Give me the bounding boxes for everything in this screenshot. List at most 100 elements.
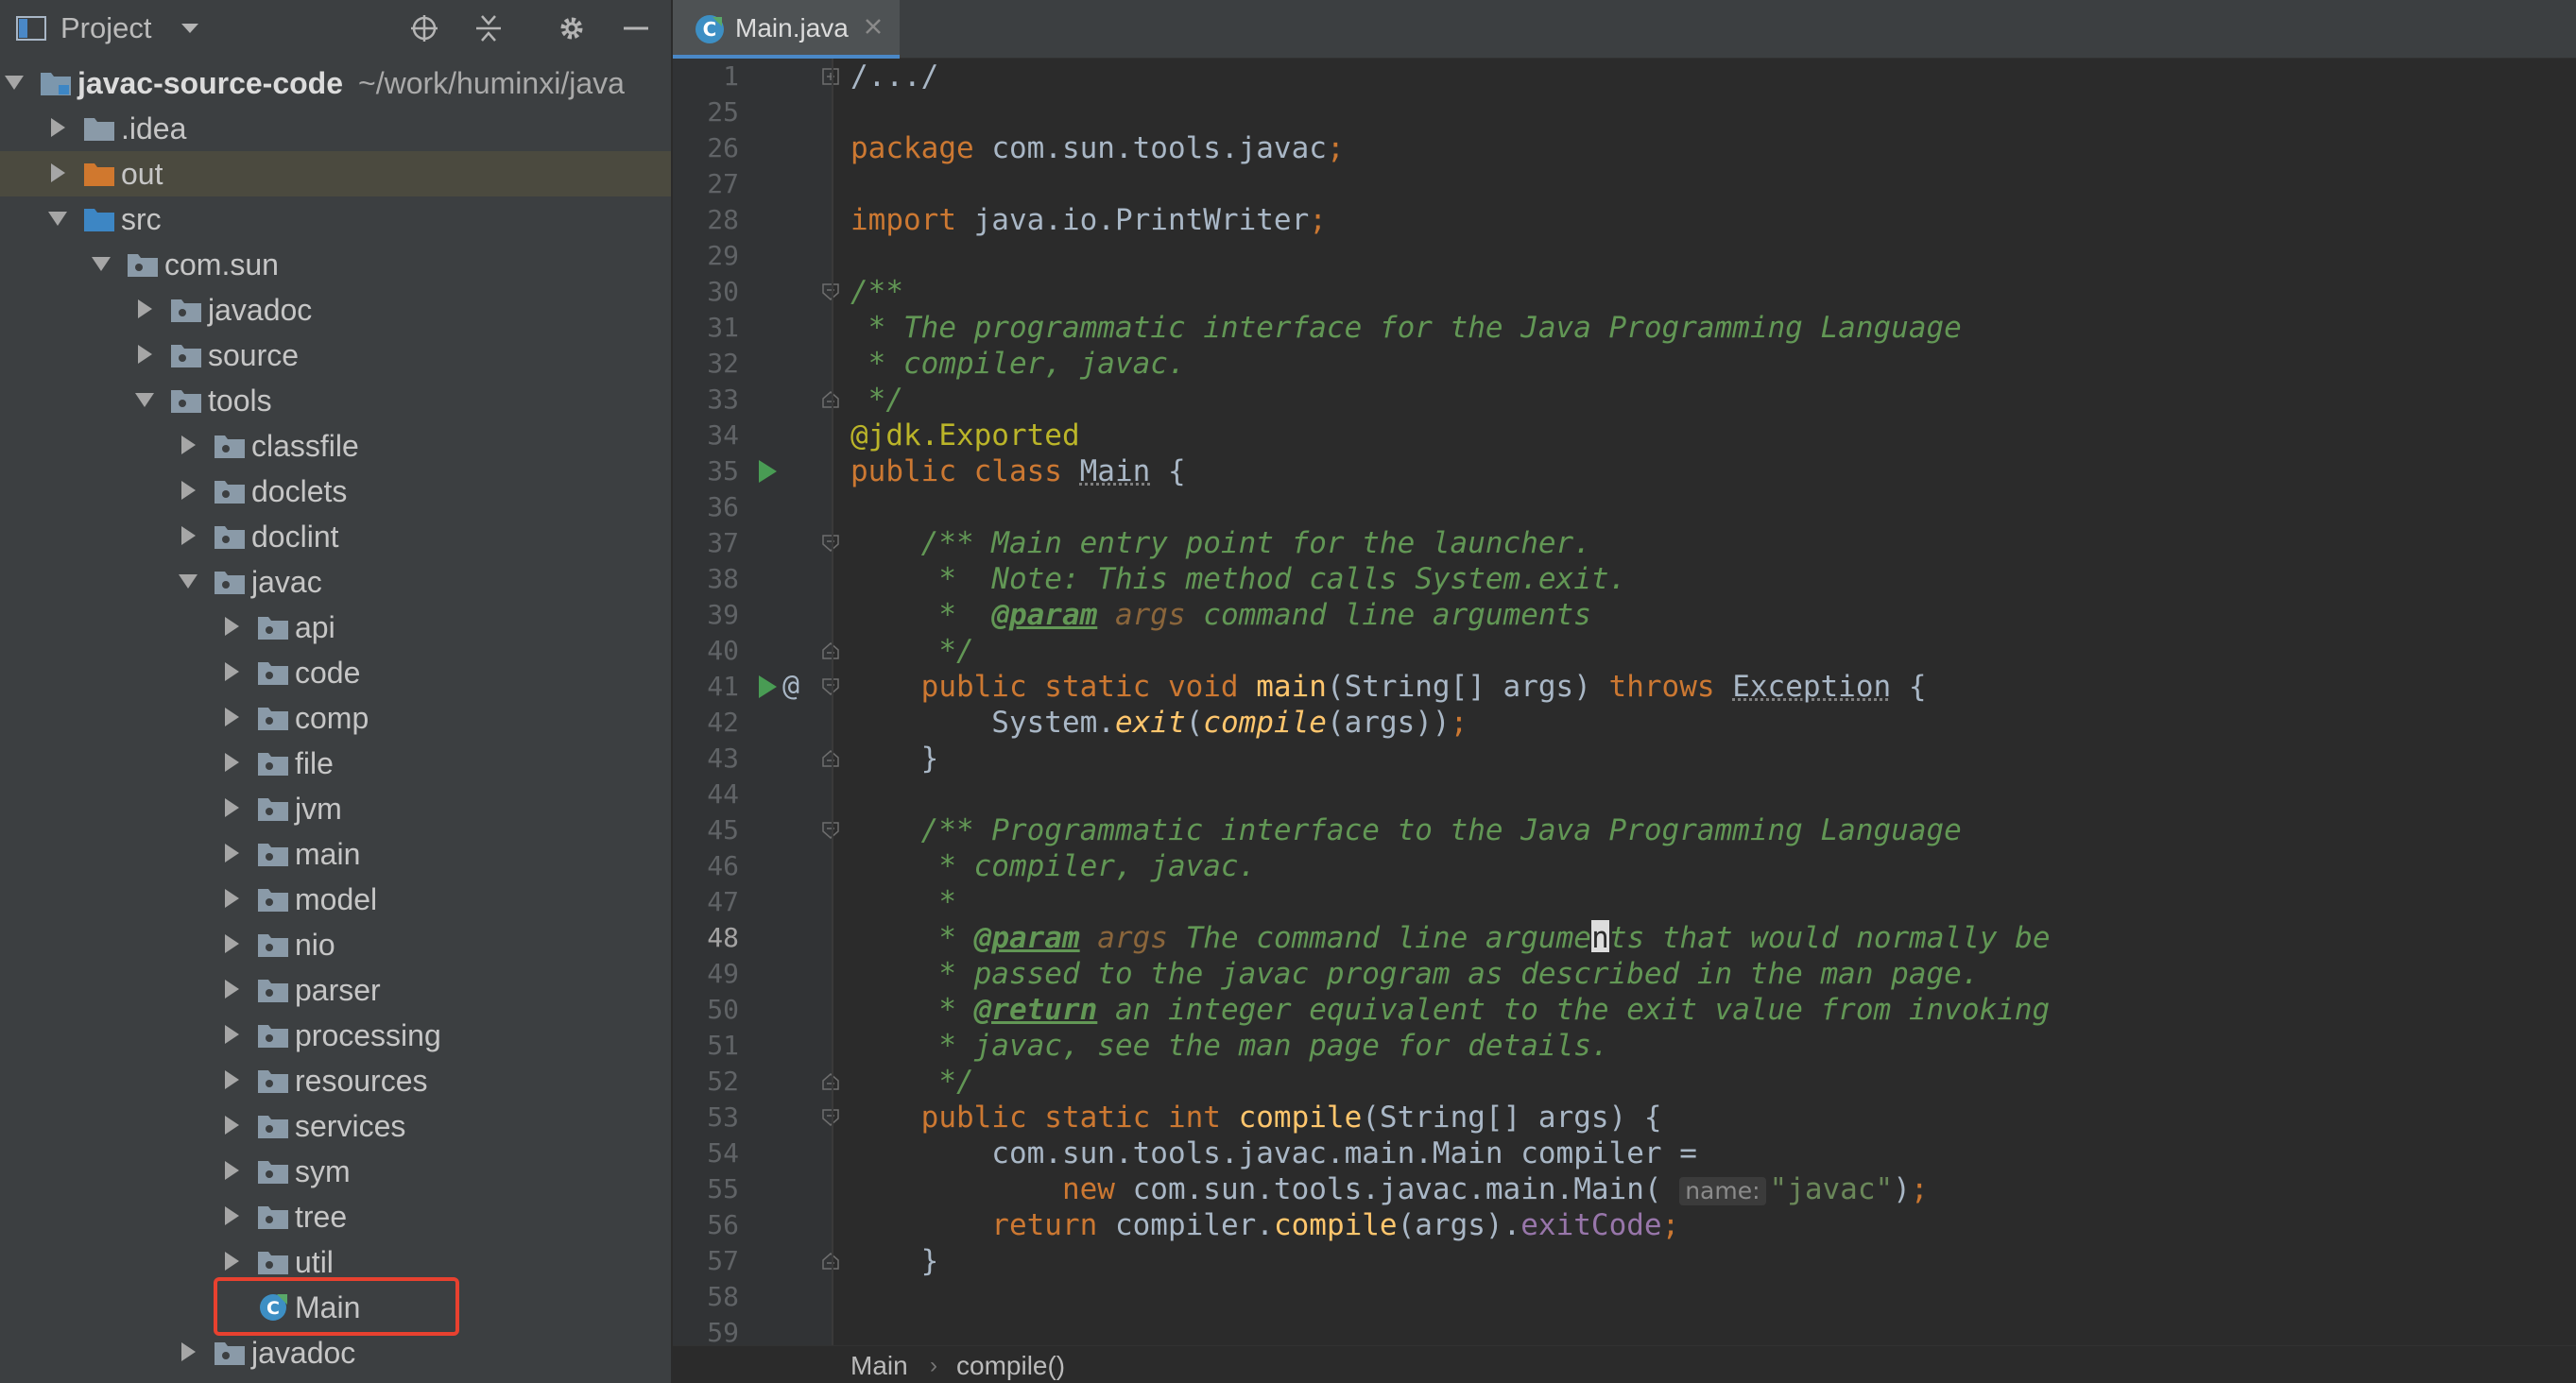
tree-item-folder[interactable]: tools	[0, 378, 671, 423]
tree-item-folder[interactable]: source	[0, 333, 671, 378]
locate-target-icon[interactable]	[408, 14, 440, 43]
tree-item-folder[interactable]: doclets	[0, 469, 671, 514]
expand-arrow-right-icon[interactable]	[176, 433, 200, 457]
tree-item-folder[interactable]: parser	[0, 967, 671, 1013]
tree-item-folder[interactable]: services	[0, 1103, 671, 1149]
breadcrumb-item-method[interactable]: compile()	[956, 1350, 1065, 1382]
code-line[interactable]: * The programmatic interface for the Jav…	[850, 310, 2576, 346]
tree-item-folder[interactable]: doclint	[0, 514, 671, 559]
tab-main-java[interactable]: C Main.java	[673, 0, 900, 59]
expand-arrow-down-icon[interactable]	[45, 206, 70, 230]
minimize-icon[interactable]	[620, 14, 652, 43]
code-line[interactable]: public class Main {	[850, 453, 2576, 489]
code-line[interactable]: * javac, see the man page for details.	[850, 1028, 2576, 1064]
code-line[interactable]	[850, 166, 2576, 202]
gear-icon[interactable]	[556, 14, 588, 43]
code-line[interactable]: * @return an integer equivalent to the e…	[850, 992, 2576, 1028]
code-line[interactable]	[850, 238, 2576, 274]
tree-item-folder[interactable]: src	[0, 196, 671, 242]
code-line[interactable]: * compiler, javac.	[850, 848, 2576, 884]
tree-item-folder[interactable]: processing	[0, 1013, 671, 1058]
tree-item-folder[interactable]: classfile	[0, 423, 671, 469]
annotation-gutter-marker[interactable]: @	[782, 669, 811, 705]
code-line[interactable]: com.sun.tools.javac.main.Main compiler =	[850, 1135, 2576, 1171]
tree-item-folder[interactable]: javac	[0, 559, 671, 605]
expand-arrow-right-icon[interactable]	[219, 977, 244, 1001]
expand-arrow-down-icon[interactable]	[89, 251, 113, 276]
tree-item-folder[interactable]: comp	[0, 695, 671, 741]
expand-arrow-right-icon[interactable]	[219, 750, 244, 775]
code-line[interactable]: /.../	[850, 59, 2576, 94]
expand-arrow-right-icon[interactable]	[219, 1022, 244, 1047]
code-line[interactable]: * @param args The command line arguments…	[850, 920, 2576, 956]
code-line[interactable]: */	[850, 1064, 2576, 1100]
close-icon[interactable]	[862, 15, 884, 38]
tree-item-folder[interactable]: api	[0, 605, 671, 650]
expand-arrow-right-icon[interactable]	[219, 1113, 244, 1137]
tree-item-folder[interactable]: .idea	[0, 106, 671, 151]
editor-gutter[interactable]: 1 25 26 27 28 29 30 31 32 33 34 35 36 37 38 39 40 41 @42 43…	[673, 59, 839, 1348]
expand-arrow-right-icon[interactable]	[132, 297, 157, 321]
expand-arrow-right-icon[interactable]	[219, 1158, 244, 1183]
run-gutter-icon[interactable]	[756, 674, 779, 700]
code-line[interactable]: /** Main entry point for the launcher.	[850, 525, 2576, 561]
expand-arrow-down-icon[interactable]	[176, 569, 200, 593]
code-line[interactable]: new com.sun.tools.javac.main.Main( name:…	[850, 1171, 2576, 1207]
tree-item-folder[interactable]: nio	[0, 922, 671, 967]
code-line[interactable]: package com.sun.tools.javac;	[850, 130, 2576, 166]
tree-item-folder[interactable]: javadoc	[0, 1330, 671, 1375]
code-line[interactable]	[850, 777, 2576, 812]
expand-arrow-right-icon[interactable]	[219, 1204, 244, 1228]
expand-arrow-right-icon[interactable]	[219, 659, 244, 684]
tree-item-folder[interactable]: sym	[0, 1149, 671, 1194]
expand-arrow-right-icon[interactable]	[219, 886, 244, 911]
tree-item-folder[interactable]: com.sun	[0, 242, 671, 287]
code-line[interactable]: */	[850, 382, 2576, 418]
tree-item-folder[interactable]: main	[0, 831, 671, 877]
tree-item-folder[interactable]: jvm	[0, 786, 671, 831]
expand-arrow-right-icon[interactable]	[219, 1249, 244, 1273]
expand-arrow-right-icon[interactable]	[219, 931, 244, 956]
tree-item-folder[interactable]: model	[0, 877, 671, 922]
code-line[interactable]	[850, 94, 2576, 130]
code-line[interactable]	[850, 1279, 2576, 1315]
code-line[interactable]: }	[850, 741, 2576, 777]
code-line[interactable]: /** Programmatic interface to the Java P…	[850, 812, 2576, 848]
code-line[interactable]: * passed to the javac program as describ…	[850, 956, 2576, 992]
code-line[interactable]: public static int compile(String[] args)…	[850, 1100, 2576, 1135]
tree-item-folder[interactable]: file	[0, 741, 671, 786]
expand-arrow-right-icon[interactable]	[45, 161, 70, 185]
expand-arrow-right-icon[interactable]	[219, 614, 244, 639]
code-line[interactable]: import java.io.PrintWriter;	[850, 202, 2576, 238]
expand-arrow-right-icon[interactable]	[45, 115, 70, 140]
tree-item-folder[interactable]: javadoc	[0, 287, 671, 333]
expand-arrow-right-icon[interactable]	[176, 478, 200, 503]
code-line[interactable]: System.exit(compile(args));	[850, 705, 2576, 741]
code-line[interactable]: */	[850, 633, 2576, 669]
code-line[interactable]: public static void main(String[] args) t…	[850, 669, 2576, 705]
code-text-area[interactable]: /.../ package com.sun.tools.javac; import …	[833, 59, 2576, 1345]
expand-arrow-right-icon[interactable]	[176, 523, 200, 548]
expand-arrow-right-icon[interactable]	[176, 1340, 200, 1364]
chevron-down-icon[interactable]	[180, 21, 200, 36]
expand-arrow-right-icon[interactable]	[219, 795, 244, 820]
expand-arrow-right-icon[interactable]	[132, 342, 157, 367]
tree-item-folder[interactable]: resources	[0, 1058, 671, 1103]
tree-item-folder[interactable]: tree	[0, 1194, 671, 1239]
code-line[interactable]: @jdk.Exported	[850, 418, 2576, 453]
project-view-title[interactable]: Project	[60, 11, 151, 45]
tree-item-folder[interactable]: javac-source-code ~/work/huminxi/java	[0, 60, 671, 106]
run-gutter-icon[interactable]	[756, 458, 779, 485]
collapse-all-icon[interactable]	[472, 14, 505, 43]
code-line[interactable]: * @param args command line arguments	[850, 597, 2576, 633]
breadcrumb-item-class[interactable]: Main	[850, 1350, 908, 1382]
code-line[interactable]: * compiler, javac.	[850, 346, 2576, 382]
expand-arrow-right-icon[interactable]	[219, 705, 244, 729]
code-line[interactable]: }	[850, 1243, 2576, 1279]
tree-item-folder[interactable]: out	[0, 151, 671, 196]
expand-arrow-down-icon[interactable]	[2, 70, 26, 94]
code-line[interactable]: /**	[850, 274, 2576, 310]
expand-arrow-down-icon[interactable]	[132, 387, 157, 412]
expand-arrow-right-icon[interactable]	[219, 1067, 244, 1092]
code-line[interactable]: *	[850, 884, 2576, 920]
